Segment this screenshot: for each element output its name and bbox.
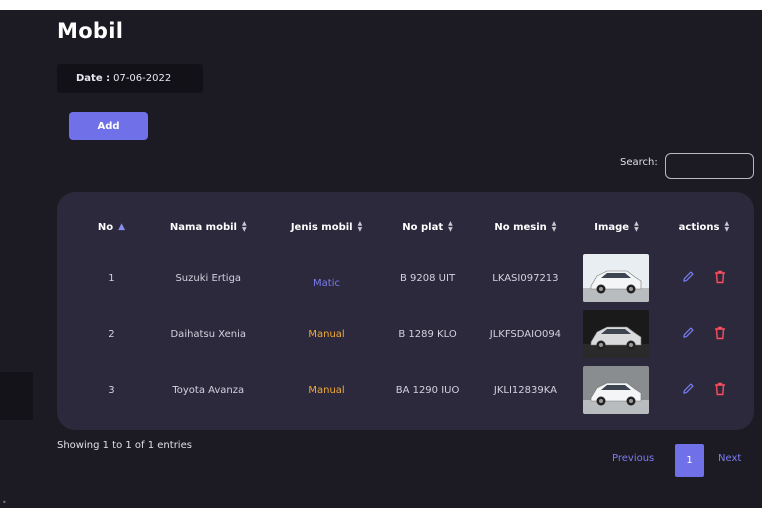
search-input[interactable]: [665, 153, 754, 179]
date-value: 07-06-2022: [113, 73, 172, 84]
pencil-icon[interactable]: [682, 382, 695, 398]
cell-no-plat: B 9208 UIT: [400, 272, 456, 284]
sort-icon: ▲ ▼: [551, 220, 557, 233]
sort-asc-icon: ▲: [118, 221, 126, 232]
column-header-no-plat[interactable]: No plat ▲ ▼: [380, 204, 474, 250]
cell-nama-mobil: Suzuki Ertiga: [175, 272, 242, 284]
column-header-actions[interactable]: actions ▲ ▼: [657, 204, 751, 250]
table-header-row: No ▲ Nama mobil ▲ ▼ Jenis mobil ▲ ▼ No plat ▲ ▼…: [79, 204, 751, 250]
trash-icon[interactable]: [714, 270, 726, 287]
cell-no-mesin: LKASI097213: [492, 272, 559, 284]
entries-info: Showing 1 to 1 of 1 entries: [57, 440, 192, 451]
cell-actions: [657, 306, 751, 362]
cell-no-plat: B 1289 KLO: [398, 328, 457, 340]
cell-no-mesin: JKLI12839KA: [493, 384, 557, 396]
cell-jenis-mobil: Manual: [308, 328, 345, 340]
cell-no: 3: [108, 384, 115, 396]
table-row: 1 Suzuki Ertiga Matic B 9208 UIT LKASI09…: [79, 250, 751, 306]
table-row: 3 Toyota Avanza Manual BA 1290 IUO JKLI1…: [79, 362, 751, 418]
car-image: [583, 254, 650, 302]
car-image: [583, 310, 650, 358]
cell-actions: [657, 250, 751, 306]
table-card: No ▲ Nama mobil ▲ ▼ Jenis mobil ▲ ▼ No plat ▲ ▼…: [57, 192, 754, 430]
sort-icon: ▲ ▼: [357, 220, 363, 233]
sidebar-toggle[interactable]: [0, 372, 33, 420]
cell-image: [576, 362, 657, 418]
page-button-1[interactable]: 1: [675, 444, 704, 477]
trash-icon[interactable]: [714, 326, 726, 343]
trash-icon[interactable]: [714, 382, 726, 399]
top-bar: [0, 0, 762, 10]
cell-nama-mobil: Daihatsu Xenia: [170, 328, 247, 340]
pencil-icon[interactable]: [682, 326, 695, 342]
page-title: Mobil: [57, 19, 124, 43]
cell-no-plat: BA 1290 IUO: [395, 384, 460, 396]
cell-image: [576, 306, 657, 362]
date-label: Date :: [76, 73, 111, 84]
cars-table: No ▲ Nama mobil ▲ ▼ Jenis mobil ▲ ▼ No plat ▲ ▼…: [79, 204, 751, 418]
search-label: Search:: [620, 157, 658, 168]
previous-button[interactable]: Previous: [612, 453, 654, 464]
column-header-jenis-mobil[interactable]: Jenis mobil ▲ ▼: [273, 204, 381, 250]
sort-icon: ▲ ▼: [448, 220, 453, 233]
table-row: 2 Daihatsu Xenia Manual B 1289 KLO JLKFS…: [79, 306, 751, 362]
cell-jenis-mobil: Manual: [308, 384, 345, 396]
date-display: Date : 07-06-2022: [57, 64, 203, 93]
sort-icon: ▲ ▼: [241, 220, 247, 233]
column-header-no[interactable]: No ▲: [79, 204, 144, 250]
pencil-icon[interactable]: [682, 270, 695, 286]
column-header-nama-mobil[interactable]: Nama mobil ▲ ▼: [144, 204, 273, 250]
sort-icon: ▲ ▼: [724, 220, 730, 233]
cell-jenis-mobil: Matic: [313, 277, 340, 289]
cell-no: 1: [108, 272, 115, 284]
add-button[interactable]: Add: [69, 112, 148, 140]
cell-image: [576, 250, 657, 306]
car-image: [583, 366, 650, 414]
next-button[interactable]: Next: [718, 453, 741, 464]
cell-no: 2: [108, 328, 115, 340]
column-header-image[interactable]: Image ▲ ▼: [576, 204, 657, 250]
sort-icon: ▲ ▼: [634, 220, 639, 233]
cell-no-mesin: JLKFSDAIO094: [489, 328, 562, 340]
cell-nama-mobil: Toyota Avanza: [172, 384, 245, 396]
cell-actions: [657, 362, 751, 418]
column-header-no-mesin[interactable]: No mesin ▲ ▼: [475, 204, 577, 250]
corner-marker: •: [2, 498, 7, 507]
